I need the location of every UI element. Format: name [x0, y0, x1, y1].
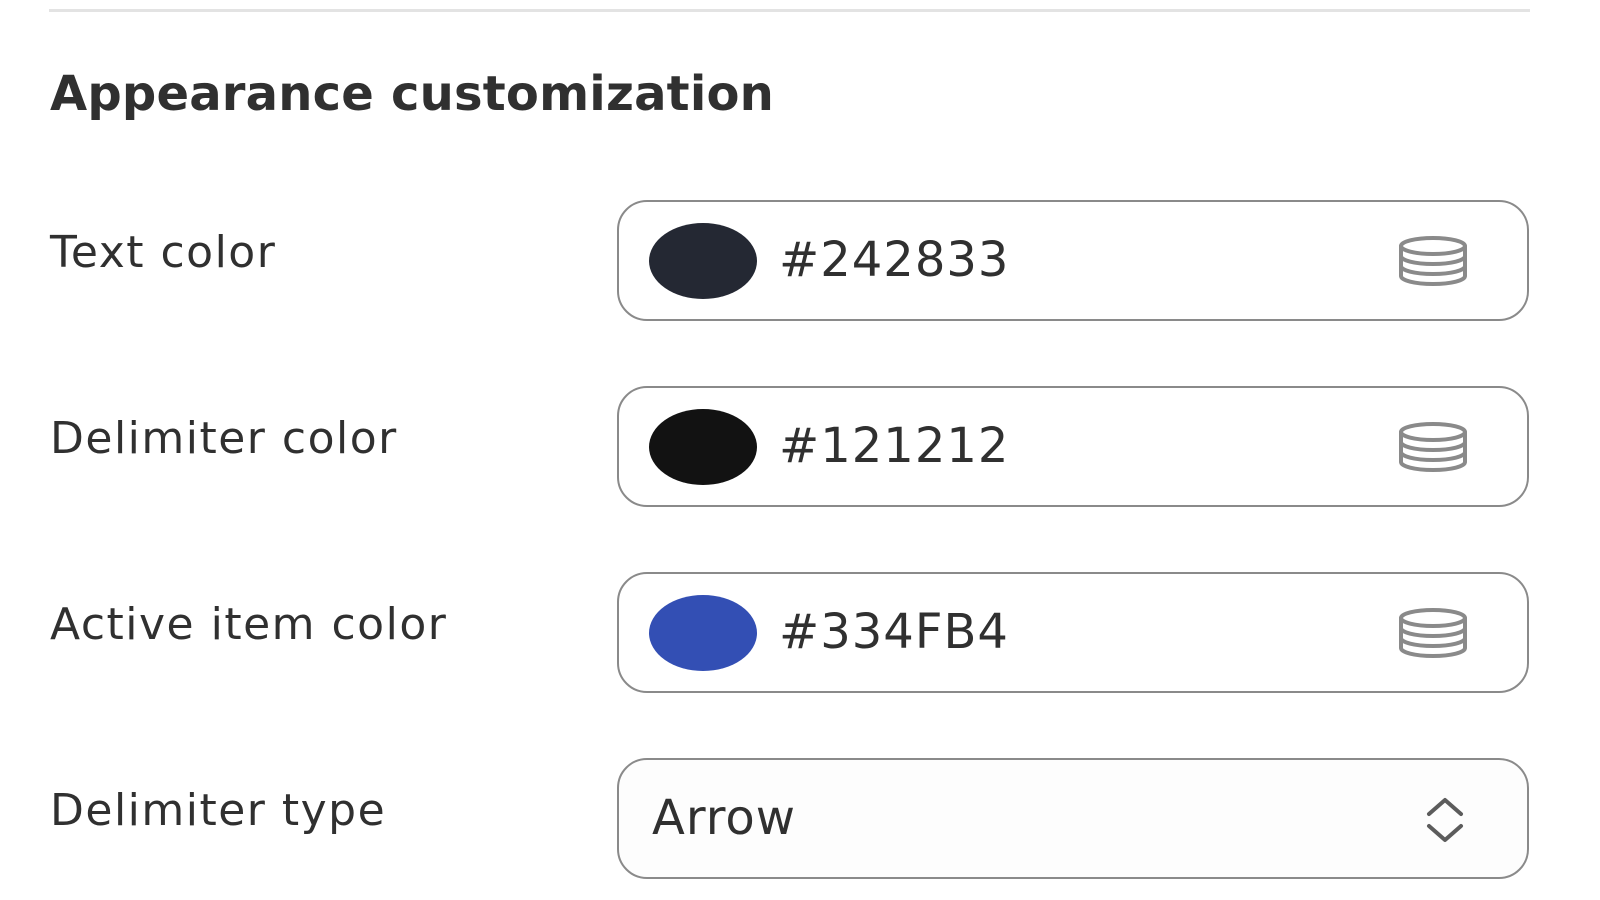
delimiter-color-value[interactable]: #121212 [779, 388, 1009, 505]
delimiter-color-swatch[interactable] [649, 409, 757, 485]
active-item-color-field[interactable]: #334FB4 [617, 572, 1529, 693]
select-chevron-icon[interactable] [1423, 796, 1467, 844]
delimiter-type-selected-value[interactable]: Arrow [652, 760, 796, 877]
database-icon[interactable] [1397, 236, 1469, 286]
delimiter-color-field[interactable]: #121212 [617, 386, 1529, 507]
top-divider [49, 9, 1530, 12]
delimiter-color-label: Delimiter color [50, 413, 398, 464]
active-item-color-swatch[interactable] [649, 595, 757, 671]
active-item-color-label: Active item color [50, 599, 448, 650]
delimiter-type-label: Delimiter type [50, 785, 387, 836]
text-color-value[interactable]: #242833 [779, 202, 1009, 319]
section-title: Appearance customization [50, 66, 775, 122]
appearance-customization-panel: Appearance customization Text color #242… [0, 0, 1600, 900]
database-icon[interactable] [1397, 608, 1469, 658]
text-color-field[interactable]: #242833 [617, 200, 1529, 321]
database-icon[interactable] [1397, 422, 1469, 472]
text-color-swatch[interactable] [649, 223, 757, 299]
active-item-color-value[interactable]: #334FB4 [779, 574, 1009, 691]
delimiter-type-select[interactable]: Arrow [617, 758, 1529, 879]
text-color-label: Text color [50, 227, 277, 278]
